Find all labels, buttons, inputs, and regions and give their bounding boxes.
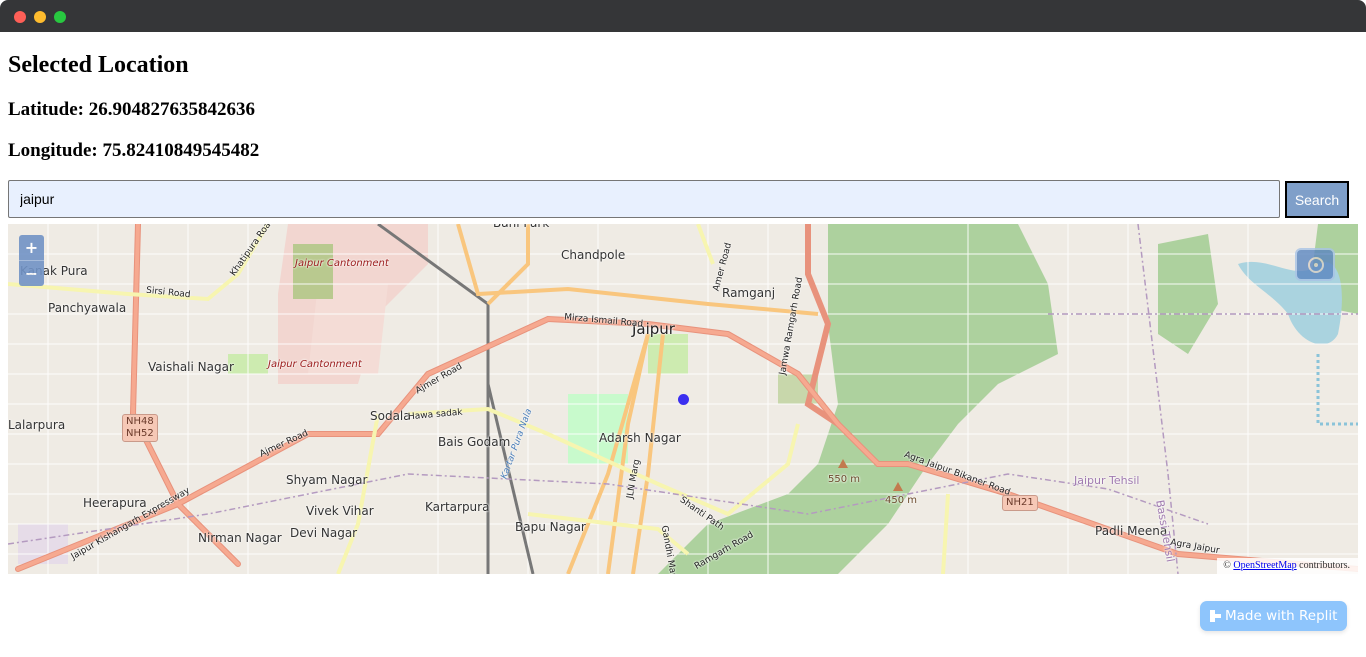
map-label-vivek-vihar: Vivek Vihar [306,504,374,518]
zoom-out-button[interactable]: − [19,261,44,286]
map-label-chandpole: Chandpole [561,248,626,262]
map-label-ramganj: Ramganj [722,286,776,300]
attribution-suffix: contributors. [1299,560,1350,571]
map-label-elevation-550: 550 m [828,474,861,485]
maximize-window-button[interactable] [54,11,66,23]
map-label-vaishali-nagar: Vaishali Nagar [148,360,234,374]
map-label-jaipur-cantonment: Jaipur Cantonment [268,359,362,370]
map-label-heerapura: Heerapura [83,496,147,510]
map-label-padli-meena: Padli Meena [1095,524,1168,538]
highway-shield-nh21: NH21 [1002,495,1038,511]
zoom-in-button[interactable]: + [19,235,44,260]
map-label-nirman-nagar: Nirman Nagar [198,531,282,545]
page-title: Selected Location [8,52,189,78]
map-label-bani-park: Bani Park [493,224,549,230]
map-label-jaipur-cantonment: Jaipur Cantonment [295,258,389,269]
highway-shield-nh48-nh52: NH48 NH52 [122,414,158,442]
map-label-panchyawala: Panchyawala [48,301,127,315]
map-label-devi-nagar: Devi Nagar [290,526,358,540]
latitude-readout: Latitude: 26.904827635842636 [8,99,255,120]
longitude-readout: Longitude: 75.82410849545482 [8,140,260,161]
map-label-adarsh-nagar: Adarsh Nagar [599,431,681,445]
locate-me-button[interactable] [1295,248,1335,281]
map-label-kartarpura: Kartarpura [425,500,490,514]
map-label-jaipur-tehsil: Jaipur Tehsil [1074,474,1140,487]
map-attribution: © OpenStreetMap contributors. [1217,558,1358,574]
close-window-button[interactable] [14,11,26,23]
replit-badge-label: Made with Replit [1225,608,1338,624]
map-zoom-control: + − [19,235,44,286]
map-label-bais-godam: Bais Godam [438,435,511,449]
copyright-symbol: © [1223,560,1231,571]
map-view[interactable]: Kanak Pura Panchyawala Vaishali Nagar La… [8,224,1358,574]
map-label-bapu-nagar: Bapu Nagar [515,520,586,534]
window-titlebar [0,0,1366,32]
made-with-replit-badge[interactable]: Made with Replit [1200,601,1347,631]
location-search-input[interactable] [8,180,1280,218]
search-button[interactable]: Search [1285,181,1349,218]
map-label-lalarpura: Lalarpura [8,418,66,432]
map-label-shyam-nagar: Shyam Nagar [286,473,368,487]
minimize-window-button[interactable] [34,11,46,23]
location-marker[interactable] [678,394,689,405]
map-label-sodala: Sodala [370,409,411,423]
openstreetmap-link[interactable]: OpenStreetMap [1233,560,1296,571]
locate-icon [1308,257,1324,273]
map-label-elevation-450: 450 m [885,495,918,506]
replit-logo-icon [1210,610,1221,622]
